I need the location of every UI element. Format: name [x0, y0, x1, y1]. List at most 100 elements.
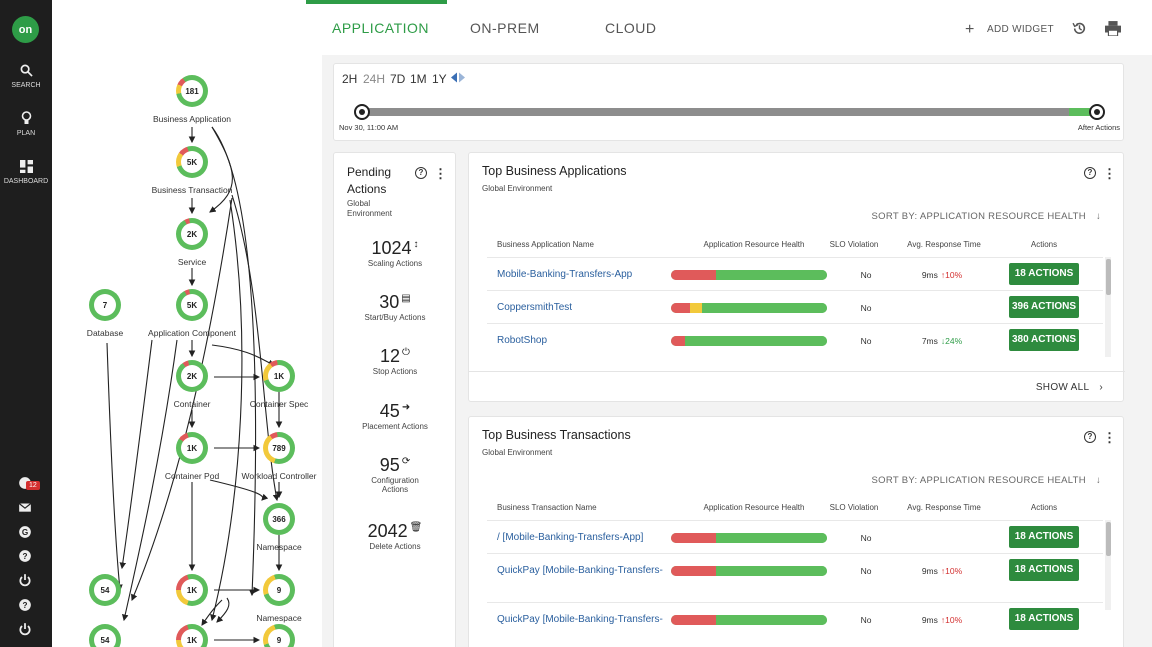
actions-button[interactable]: 18 ACTIONS: [1009, 263, 1079, 285]
show-all-button[interactable]: SHOW ALL ›: [1036, 382, 1103, 393]
topology-node-business-transaction[interactable]: 5K: [176, 146, 208, 178]
pending-action-item[interactable]: 45 ➜ Placement Actions: [334, 401, 456, 431]
sort-dropdown[interactable]: SORT BY: APPLICATION RESOURCE HEALTH ↓: [872, 211, 1101, 222]
response-value: 9ms: [921, 270, 938, 280]
card-title: Top Business Transactions: [482, 428, 631, 442]
topology-node-business-application[interactable]: 181: [176, 75, 208, 107]
help-icon[interactable]: ?: [18, 598, 32, 612]
help-icon[interactable]: ?: [415, 167, 427, 179]
node-count: 2K: [186, 229, 198, 239]
slo-violation: No: [860, 303, 872, 313]
action-count-value: 1024: [371, 238, 412, 258]
topology-node-unnamed[interactable]: 1K: [176, 574, 208, 606]
actions-button[interactable]: 380 ACTIONS: [1009, 329, 1079, 351]
topology-node-application-component[interactable]: 5K: [176, 289, 208, 321]
table-row[interactable]: QuickPay [Mobile-Banking-Transfers- No 9ms…: [487, 553, 1103, 586]
more-menu-icon[interactable]: ⋮: [1103, 167, 1116, 180]
sort-dropdown[interactable]: SORT BY: APPLICATION RESOURCE HEALTH ↓: [872, 475, 1101, 486]
app-logo[interactable]: on: [12, 16, 39, 43]
nav-search[interactable]: SEARCH: [0, 64, 52, 89]
node-count: 5K: [186, 300, 198, 310]
column-header[interactable]: SLO Violation: [824, 503, 884, 512]
actions-button[interactable]: 396 ACTIONS: [1009, 296, 1079, 318]
help-icon[interactable]: ?: [1084, 167, 1096, 179]
topology-node-workload-controller[interactable]: 789: [263, 432, 295, 464]
column-header[interactable]: Application Resource Health: [679, 240, 829, 249]
response-trend: 10%: [945, 615, 963, 625]
table-scrollbar[interactable]: [1105, 520, 1111, 610]
plus-icon[interactable]: +: [965, 21, 975, 39]
topology-node-database[interactable]: 7: [89, 289, 121, 321]
row-name-link[interactable]: Mobile-Banking-Transfers-App: [497, 269, 663, 280]
table-row[interactable]: CoppersmithTest No 396 ACTIONS: [487, 290, 1103, 323]
pending-action-item[interactable]: 30 ▤ Start/Buy Actions: [334, 292, 456, 322]
table-row[interactable]: RobotShop No 7ms ↓24% 380 ACTIONS: [487, 323, 1103, 356]
table-row[interactable]: / [Mobile-Banking-Transfers-App] No 18 ACT…: [487, 520, 1103, 553]
row-name-link[interactable]: / [Mobile-Banking-Transfers-App]: [497, 532, 663, 543]
add-widget-button[interactable]: ADD WIDGET: [987, 24, 1054, 35]
column-header[interactable]: Business Application Name: [487, 240, 657, 249]
topology-node-container-spec[interactable]: 1K: [263, 360, 295, 392]
tab-on-prem[interactable]: ON-PREM: [470, 20, 540, 36]
pending-action-item[interactable]: 1024 ↕ Scaling Actions: [334, 238, 456, 268]
pending-action-item[interactable]: 2042 🗑 Delete Actions: [334, 521, 456, 551]
print-icon[interactable]: [1105, 21, 1121, 36]
row-name-link[interactable]: QuickPay [Mobile-Banking-Transfers-: [497, 614, 663, 625]
slo-violation: No: [860, 533, 872, 543]
more-menu-icon[interactable]: ⋮: [434, 167, 447, 180]
help-icon[interactable]: ?: [18, 549, 32, 563]
table-row[interactable]: Mobile-Banking-Transfers-App No 9ms ↑10% 18 …: [487, 257, 1103, 290]
timeline-arrows-icon[interactable]: [451, 72, 465, 83]
pending-action-item[interactable]: 12 ⏻ Stop Actions: [334, 346, 456, 376]
range-24h[interactable]: 24H: [363, 72, 385, 86]
column-header[interactable]: Avg. Response Time: [894, 503, 994, 512]
topology-node-container-pod[interactable]: 1K: [176, 432, 208, 464]
history-icon[interactable]: [1072, 21, 1087, 36]
column-header[interactable]: Business Transaction Name: [487, 503, 657, 512]
column-header[interactable]: Avg. Response Time: [894, 240, 994, 249]
help-icon[interactable]: ?: [1084, 431, 1096, 443]
pending-action-item[interactable]: 95 ⟳ Configuration Actions: [334, 455, 456, 494]
tab-cloud[interactable]: CLOUD: [605, 20, 657, 36]
table-row[interactable]: QuickPay [Mobile-Banking-Transfers- No 9ms…: [487, 602, 1103, 635]
slo-violation: No: [860, 566, 872, 576]
health-bar-critical: [671, 615, 717, 625]
actions-button[interactable]: 18 ACTIONS: [1009, 608, 1079, 630]
nav-dashboard[interactable]: DASHBOARD: [0, 160, 52, 185]
column-header[interactable]: Actions: [1009, 240, 1079, 249]
nav-plan[interactable]: PLAN: [0, 111, 52, 137]
row-name-link[interactable]: CoppersmithTest: [497, 302, 663, 313]
power-icon[interactable]: [18, 573, 32, 587]
range-1y[interactable]: 1Y: [432, 72, 447, 86]
range-2h[interactable]: 2H: [342, 72, 357, 86]
range-7d[interactable]: 7D: [390, 72, 405, 86]
column-header[interactable]: Application Resource Health: [679, 503, 829, 512]
scrollbar-thumb[interactable]: [1106, 522, 1111, 556]
table-scrollbar[interactable]: [1105, 257, 1111, 357]
topology-node-unnamed[interactable]: 54: [89, 574, 121, 606]
actions-button[interactable]: 18 ACTIONS: [1009, 526, 1079, 548]
topology-node-namespace[interactable]: 366: [263, 503, 295, 535]
timeline-start-handle[interactable]: [354, 104, 370, 120]
scrollbar-thumb[interactable]: [1106, 259, 1111, 295]
timeline-track[interactable]: [362, 108, 1097, 116]
power-icon[interactable]: [18, 622, 32, 636]
card-subtitle: Global Environment: [482, 448, 553, 457]
actions-button[interactable]: 18 ACTIONS: [1009, 559, 1079, 581]
trash-icon: 🗑: [409, 522, 423, 533]
topology-node-service[interactable]: 2K: [176, 218, 208, 250]
column-header[interactable]: Actions: [1009, 503, 1079, 512]
range-1m[interactable]: 1M: [410, 72, 427, 86]
mail-icon[interactable]: [18, 500, 32, 514]
column-header[interactable]: SLO Violation: [824, 240, 884, 249]
refresh-icon[interactable]: G: [18, 525, 32, 539]
timeline-end-handle[interactable]: [1089, 104, 1105, 120]
node-label: Database: [86, 328, 124, 338]
topology-node-namespace[interactable]: 9: [263, 574, 295, 606]
row-name-link[interactable]: QuickPay [Mobile-Banking-Transfers-: [497, 565, 663, 576]
topology-node-container[interactable]: 2K: [176, 360, 208, 392]
more-menu-icon[interactable]: ⋮: [1103, 431, 1116, 444]
tab-application[interactable]: APPLICATION: [332, 20, 429, 36]
action-count: 45 ➜: [334, 401, 456, 422]
row-name-link[interactable]: RobotShop: [497, 335, 663, 346]
